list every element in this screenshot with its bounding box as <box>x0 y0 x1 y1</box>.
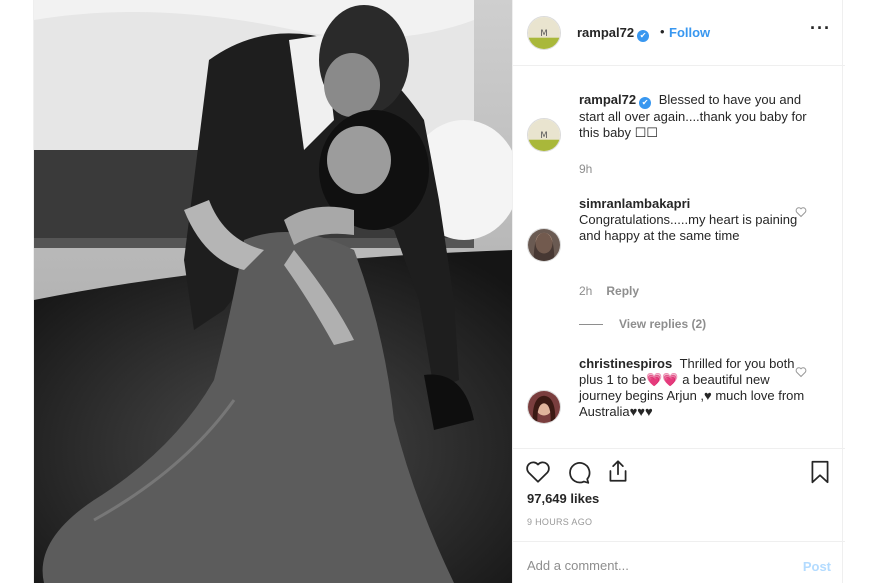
header-separator: • <box>660 24 665 39</box>
commenter-avatar[interactable] <box>527 390 561 424</box>
comment-body: Congratulations.....my heart is paining … <box>579 212 798 243</box>
post-header: M rampal72 ✔ • Follow ··· <box>513 0 845 66</box>
instagram-post: M rampal72 ✔ • Follow ··· M rampal72 ✔ Ble… <box>33 0 845 583</box>
verified-badge-icon: ✔ <box>637 30 650 42</box>
likes-count[interactable]: 97,649 likes <box>527 491 599 506</box>
comment-meta: 2h Reply <box>579 284 639 298</box>
bookmark-icon[interactable] <box>807 459 833 485</box>
author-username-text[interactable]: rampal72 <box>577 25 634 40</box>
commenter-username[interactable]: simranlambakapri <box>579 196 690 211</box>
heart-icon[interactable] <box>795 366 807 378</box>
reply-button[interactable]: Reply <box>606 284 639 298</box>
couple-photo <box>34 0 512 583</box>
comments-list[interactable]: M rampal72 ✔ Blessed to have you and star… <box>513 66 845 448</box>
comment-icon[interactable] <box>565 459 591 485</box>
view-replies-button[interactable]: View replies (2) <box>579 317 706 331</box>
caption-username[interactable]: rampal72 ✔ <box>579 92 652 109</box>
post-timestamp[interactable]: 9 HOURS AGO <box>527 517 592 527</box>
post-side-panel: M rampal72 ✔ • Follow ··· M rampal72 ✔ Ble… <box>512 0 845 583</box>
follow-button[interactable]: Follow <box>669 25 710 40</box>
more-icon[interactable]: ··· <box>810 18 831 39</box>
author-avatar[interactable]: M <box>527 16 561 50</box>
post-photo[interactable] <box>34 0 512 583</box>
add-comment-bar: Post <box>513 541 845 583</box>
view-replies-line <box>579 324 603 326</box>
comment-text: simranlambakapri Congratulations.....my … <box>579 196 809 244</box>
svg-text:M: M <box>540 28 547 38</box>
comment-time[interactable]: 2h <box>579 284 592 298</box>
comment-text: christinespiros Thrilled for you both pl… <box>579 356 809 420</box>
share-icon[interactable] <box>605 458 631 484</box>
heart-icon[interactable] <box>795 206 807 218</box>
svg-text:M: M <box>540 130 547 140</box>
commenter-avatar[interactable] <box>527 228 561 262</box>
post-comment-button[interactable]: Post <box>803 559 831 574</box>
author-username[interactable]: rampal72 ✔ <box>577 25 650 42</box>
add-comment-input[interactable] <box>527 556 777 574</box>
verified-badge-icon: ✔ <box>639 97 652 109</box>
caption-meta: 9h <box>579 162 592 176</box>
commenter-username[interactable]: christinespiros <box>579 356 672 371</box>
caption-avatar[interactable]: M <box>527 118 561 152</box>
caption-time[interactable]: 9h <box>579 162 592 176</box>
caption-username-text[interactable]: rampal72 <box>579 92 636 107</box>
view-replies-label[interactable]: View replies (2) <box>619 317 706 331</box>
heart-icon[interactable] <box>525 459 551 485</box>
caption-text: rampal72 ✔ Blessed to have you and start … <box>579 92 809 141</box>
